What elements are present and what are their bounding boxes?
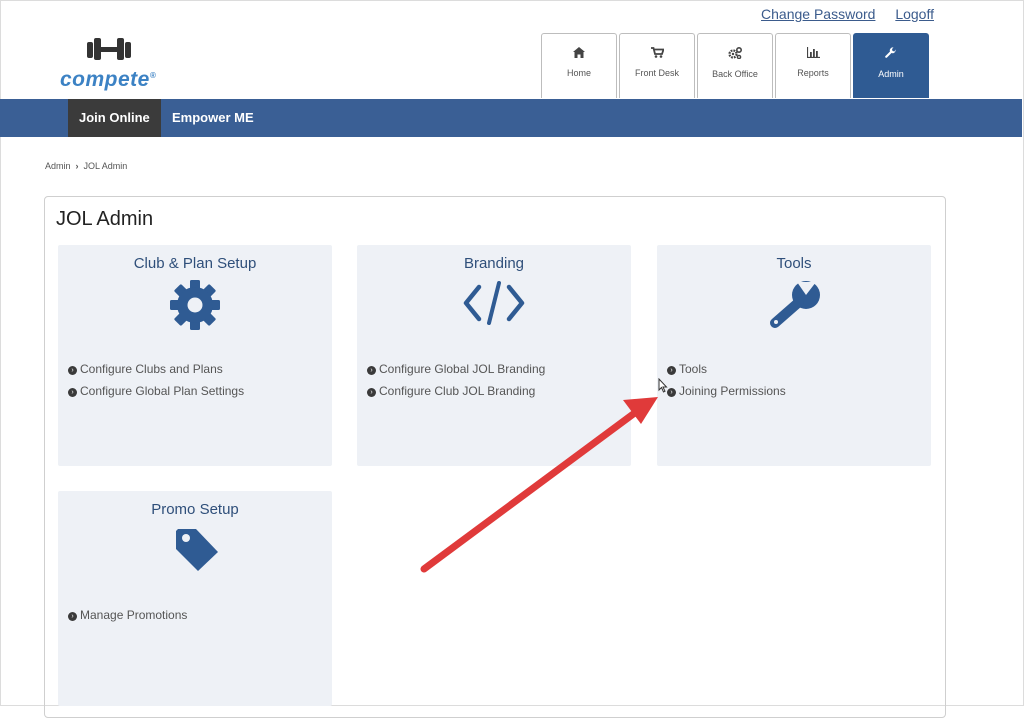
card-title: Club & Plan Setup bbox=[133, 255, 257, 272]
configure-clubs-and-plans-link[interactable]: › Configure Clubs and Plans bbox=[68, 361, 244, 383]
card-title: Branding bbox=[463, 255, 525, 272]
gear-icon bbox=[170, 280, 220, 330]
nav-empower-me[interactable]: Empower ME bbox=[161, 99, 265, 137]
cart-icon bbox=[650, 47, 664, 58]
dumbbell-icon bbox=[87, 38, 131, 60]
breadcrumb-admin[interactable]: Admin bbox=[45, 161, 71, 171]
tab-home-label: Home bbox=[566, 68, 591, 78]
arrow-circle-icon: › bbox=[68, 612, 77, 621]
logo-name: compete bbox=[60, 68, 150, 91]
card-title: Promo Setup bbox=[151, 501, 239, 518]
arrow-circle-icon: › bbox=[667, 366, 676, 375]
card-links: › Configure Global JOL Branding › Configur… bbox=[367, 361, 545, 405]
link-text: Configure Global JOL Branding bbox=[379, 362, 546, 376]
arrow-circle-icon: › bbox=[667, 388, 676, 397]
tab-front-desk-label: Front Desk bbox=[634, 68, 679, 78]
card-title: Tools bbox=[776, 255, 812, 272]
tag-icon bbox=[176, 529, 218, 571]
top-links: Change Password Logoff bbox=[745, 6, 934, 22]
link-text: Joining Permissions bbox=[679, 384, 786, 398]
mouse-cursor-icon bbox=[658, 378, 668, 393]
card-club-plan-setup: Club & Plan Setup › Configure Clubs and P… bbox=[58, 245, 332, 466]
configure-global-jol-branding-link[interactable]: › Configure Global JOL Branding bbox=[367, 361, 545, 383]
tab-reports[interactable]: Reports bbox=[775, 33, 851, 98]
card-links: › Manage Promotions bbox=[68, 607, 187, 629]
link-text: Manage Promotions bbox=[80, 608, 188, 622]
wrench-icon bbox=[885, 47, 896, 58]
joining-permissions-link[interactable]: › Joining Permissions bbox=[667, 383, 786, 405]
tab-front-desk[interactable]: Front Desk bbox=[619, 33, 695, 98]
sub-navbar: Join Online Empower ME bbox=[0, 99, 1022, 137]
compete-logo[interactable]: compete® bbox=[58, 34, 168, 92]
home-icon bbox=[573, 47, 585, 58]
page-title: JOL Admin bbox=[56, 208, 154, 230]
breadcrumb-chevron-icon: › bbox=[75, 161, 79, 171]
configure-club-jol-branding-link[interactable]: › Configure Club JOL Branding bbox=[367, 383, 545, 405]
link-text: Configure Global Plan Settings bbox=[80, 384, 245, 398]
link-text: Configure Clubs and Plans bbox=[80, 362, 223, 376]
arrow-circle-icon: › bbox=[68, 388, 77, 397]
manage-promotions-link[interactable]: › Manage Promotions bbox=[68, 607, 187, 629]
link-text: Tools bbox=[679, 362, 708, 376]
logo-registered-mark: ® bbox=[149, 71, 157, 80]
card-promo-setup: Promo Setup › Manage Promotions bbox=[58, 491, 332, 706]
change-password-link[interactable]: Change Password bbox=[761, 6, 875, 22]
nav-join-online[interactable]: Join Online bbox=[68, 99, 161, 137]
configure-global-plan-settings-link[interactable]: › Configure Global Plan Settings bbox=[68, 383, 244, 405]
card-tools: Tools › Tools › Joining Permissions bbox=[657, 245, 931, 466]
arrow-circle-icon: › bbox=[367, 366, 376, 375]
tab-back-office-label: Back Office bbox=[712, 69, 758, 79]
code-icon bbox=[463, 281, 525, 325]
card-links: › Tools › Joining Permissions bbox=[667, 361, 786, 405]
arrow-circle-icon: › bbox=[68, 366, 77, 375]
logo-wordmark: compete® bbox=[60, 68, 156, 92]
card-branding: Branding › Configure Global JOL Branding … bbox=[357, 245, 631, 466]
arrow-circle-icon: › bbox=[367, 388, 376, 397]
tab-reports-label: Reports bbox=[797, 68, 829, 78]
tools-link[interactable]: › Tools bbox=[667, 361, 786, 383]
wrench-icon bbox=[770, 281, 820, 328]
link-text: Configure Club JOL Branding bbox=[379, 384, 536, 398]
bar-chart-icon bbox=[806, 47, 820, 58]
tab-admin[interactable]: Admin bbox=[853, 33, 929, 98]
tab-home[interactable]: Home bbox=[541, 33, 617, 98]
main-tabs: Home Front Desk Back Office Reports Admi… bbox=[541, 33, 931, 99]
breadcrumb-jol-admin: JOL Admin bbox=[83, 161, 128, 171]
breadcrumb: Admin › JOL Admin bbox=[45, 161, 127, 171]
gears-icon bbox=[728, 47, 742, 59]
card-links: › Configure Clubs and Plans › Configure Gl… bbox=[68, 361, 244, 405]
logoff-link[interactable]: Logoff bbox=[895, 6, 934, 22]
tab-back-office[interactable]: Back Office bbox=[697, 33, 773, 98]
tab-admin-label: Admin bbox=[878, 69, 904, 79]
